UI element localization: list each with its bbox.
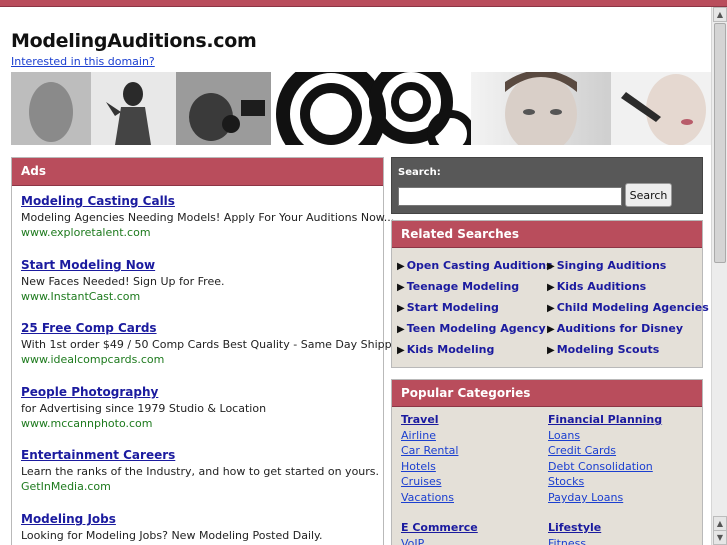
header-banner-image [11, 72, 711, 145]
category-link[interactable]: Car Rental [401, 444, 458, 457]
triangle-right-icon: ▶ [397, 303, 405, 314]
scroll-down-icon[interactable]: ▼ [713, 530, 727, 545]
related-search-link[interactable]: ▶ Modeling Scouts [547, 343, 659, 356]
ad-title-link[interactable]: Entertainment Careers [21, 448, 379, 462]
search-panel: Search: Search [391, 157, 703, 214]
page-content: ModelingAuditions.com Interested in this… [0, 7, 712, 545]
related-search-link[interactable]: ▶ Teenage Modeling [397, 280, 519, 293]
related-search-label: Modeling Scouts [556, 343, 660, 356]
related-search-link[interactable]: ▶ Open Casting Auditions [397, 259, 553, 272]
ad-description: Looking for Modeling Jobs? New Modeling … [21, 529, 323, 542]
related-search-link[interactable]: ▶ Child Modeling Agencies [547, 301, 709, 314]
search-button[interactable]: Search [625, 183, 672, 207]
related-search-link[interactable]: ▶ Teen Modeling Agency [397, 322, 546, 335]
ad-item: Modeling Casting Calls Modeling Agencies… [21, 194, 394, 239]
ads-header: Ads [12, 158, 383, 186]
search-label: Search: [398, 167, 441, 178]
ad-item: 25 Free Comp Cards With 1st order $49 / … [21, 321, 409, 366]
related-searches-panel: Related Searches ▶ Open Casting Auditions… [391, 220, 709, 368]
domain-inquiry-link[interactable]: Interested in this domain? [11, 55, 155, 68]
ad-url-link[interactable]: www.idealcompcards.com [21, 353, 409, 366]
ad-title-link[interactable]: Start Modeling Now [21, 258, 224, 272]
related-search-label: Start Modeling [406, 301, 499, 314]
search-input[interactable] [398, 187, 622, 206]
related-search-label: Singing Auditions [556, 259, 667, 272]
ad-description: Modeling Agencies Needing Models! Apply … [21, 211, 395, 224]
scrollbar-thumb[interactable] [714, 23, 726, 263]
category-link[interactable]: Hotels [401, 460, 436, 473]
ad-item: Modeling Jobs Looking for Modeling Jobs?… [21, 512, 323, 542]
ad-description: New Faces Needed! Sign Up for Free. [21, 275, 225, 288]
category-heading-link[interactable]: E Commerce [401, 521, 478, 534]
category-heading-link[interactable]: Travel [401, 413, 439, 426]
ad-url-link[interactable]: www.exploretalent.com [21, 226, 394, 239]
category-heading-link[interactable]: Financial Planning [548, 413, 662, 426]
ad-title-link[interactable]: People Photography [21, 385, 266, 399]
related-search-label: Auditions for Disney [556, 322, 683, 335]
ad-url-link[interactable]: www.InstantCast.com [21, 290, 224, 303]
triangle-right-icon: ▶ [397, 261, 405, 272]
ad-url-link[interactable]: GetInMedia.com [21, 480, 379, 493]
related-search-label: Open Casting Auditions [406, 259, 553, 272]
category-link[interactable]: Stocks [548, 475, 584, 488]
category-link[interactable]: Cruises [401, 475, 441, 488]
top-accent-bar [0, 0, 727, 7]
ad-description: With 1st order $49 / 50 Comp Cards Best … [21, 338, 409, 351]
category-link[interactable]: Fitness [548, 537, 586, 545]
triangle-right-icon: ▶ [397, 282, 405, 293]
related-search-label: Child Modeling Agencies [556, 301, 709, 314]
ad-description: Learn the ranks of the Industry, and how… [21, 465, 380, 478]
related-search-label: Teen Modeling Agency [406, 322, 546, 335]
triangle-right-icon: ▶ [547, 282, 555, 293]
category-heading-link[interactable]: Lifestyle [548, 521, 601, 534]
site-title: ModelingAuditions.com [11, 30, 257, 52]
scroll-up-icon[interactable]: ▲ [713, 516, 727, 531]
scroll-up-icon[interactable]: ▲ [713, 7, 727, 22]
related-search-link[interactable]: ▶ Kids Modeling [397, 343, 494, 356]
triangle-right-icon: ▶ [547, 261, 555, 272]
ad-title-link[interactable]: Modeling Casting Calls [21, 194, 394, 208]
related-search-link[interactable]: ▶ Singing Auditions [547, 259, 666, 272]
ad-title-link[interactable]: Modeling Jobs [21, 512, 323, 526]
triangle-right-icon: ▶ [547, 324, 555, 335]
popular-categories-panel: Popular Categories Travel Airline Car Re… [391, 379, 703, 545]
category-link[interactable]: Credit Cards [548, 444, 616, 457]
related-search-label: Teenage Modeling [406, 280, 520, 293]
category-link[interactable]: Vacations [401, 491, 454, 504]
ad-item: Start Modeling Now New Faces Needed! Sig… [21, 258, 224, 303]
ad-item: Entertainment Careers Learn the ranks of… [21, 448, 379, 493]
ads-panel: Ads Modeling Casting Calls Modeling Agen… [11, 157, 409, 545]
triangle-right-icon: ▶ [397, 345, 405, 356]
related-searches-header: Related Searches [392, 221, 702, 248]
ad-item: People Photography for Advertising since… [21, 385, 266, 430]
popular-categories-header: Popular Categories [392, 380, 702, 407]
triangle-right-icon: ▶ [547, 303, 555, 314]
triangle-right-icon: ▶ [547, 345, 555, 356]
vertical-scrollbar[interactable]: ▲ ▲ ▼ [711, 7, 727, 545]
category-link[interactable]: Payday Loans [548, 491, 623, 504]
ad-title-link[interactable]: 25 Free Comp Cards [21, 321, 409, 335]
related-search-link[interactable]: ▶ Start Modeling [397, 301, 499, 314]
related-search-link[interactable]: ▶ Auditions for Disney [547, 322, 683, 335]
ad-url-link[interactable]: www.mccannphoto.com [21, 417, 266, 430]
category-link[interactable]: Airline [401, 429, 436, 442]
ad-description: for Advertising since 1979 Studio & Loca… [21, 402, 267, 415]
triangle-right-icon: ▶ [397, 324, 405, 335]
related-search-label: Kids Auditions [556, 280, 647, 293]
category-link[interactable]: VoIP [401, 537, 424, 545]
category-link[interactable]: Loans [548, 429, 580, 442]
category-link[interactable]: Debt Consolidation [548, 460, 653, 473]
related-search-label: Kids Modeling [406, 343, 495, 356]
related-search-link[interactable]: ▶ Kids Auditions [547, 280, 646, 293]
